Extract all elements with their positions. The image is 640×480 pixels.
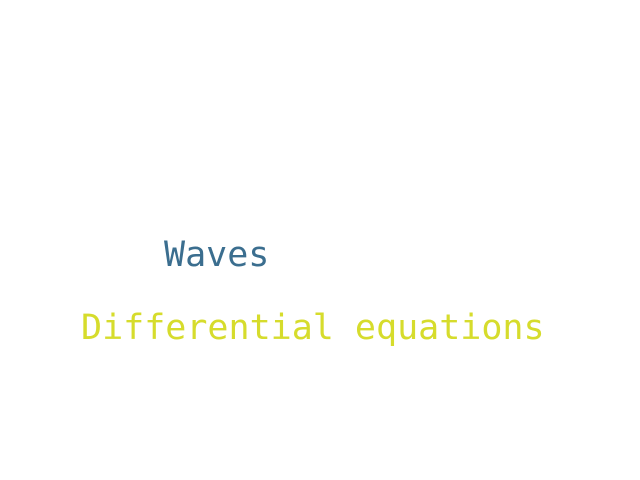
word-cloud-canvas: Waves Differential equations: [0, 0, 640, 480]
word-waves: Waves: [164, 235, 270, 275]
word-differential-equations: Differential equations: [81, 308, 545, 348]
